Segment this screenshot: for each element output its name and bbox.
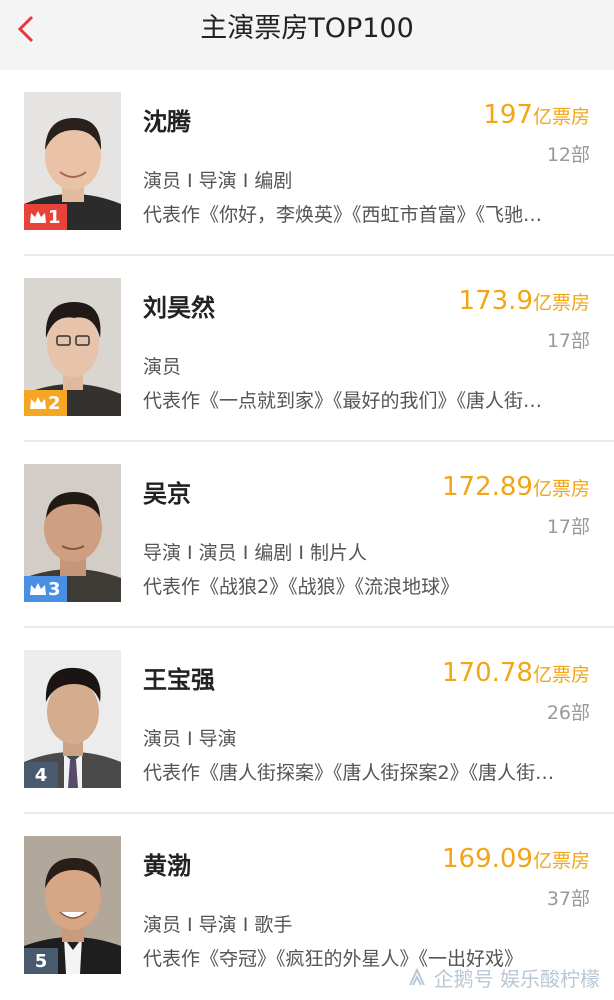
actor-name: 王宝强 (143, 666, 215, 694)
roles: 演员 I 导演 I 歌手 (143, 914, 293, 936)
rank-badge: 4 (24, 762, 58, 788)
avatar: 3 (24, 464, 121, 602)
box-office-value: 197 (483, 100, 533, 130)
box-office: 172.89亿票房 (442, 472, 590, 502)
representative-works: 代表作《战狼2》《战狼》《流浪地球》 (143, 576, 460, 598)
avatar: 2 (24, 278, 121, 416)
rank-badge: 3 (24, 576, 67, 602)
rank-number: 5 (34, 950, 48, 972)
film-count: 17部 (546, 516, 590, 538)
rank-badge: 1 (24, 204, 67, 230)
list-item[interactable]: 2 刘昊然 173.9亿票房 17部 演员 代表作《一点就到家》《最好的我们》《… (0, 256, 614, 442)
list-item[interactable]: 4 王宝强 170.78亿票房 26部 演员 I 导演 代表作《唐人街探案》《唐… (0, 628, 614, 814)
penguin-icon (408, 967, 425, 985)
actor-list: 1 沈腾 197亿票房 12部 演员 I 导演 I 编剧 代表作《你好，李焕英》… (0, 70, 614, 1000)
representative-works: 代表作《唐人街探案》《唐人街探案2》《唐人街… (143, 762, 555, 784)
box-office-unit: 亿票房 (532, 106, 590, 128)
box-office-unit: 亿票房 (532, 664, 590, 686)
crown-icon (30, 583, 46, 595)
box-office-unit: 亿票房 (532, 292, 590, 314)
representative-works: 代表作《你好，李焕英》《西虹市首富》《飞驰… (143, 204, 543, 226)
avatar: 1 (24, 92, 121, 230)
film-count: 26部 (546, 702, 590, 724)
roles: 导演 I 演员 I 编剧 I 制片人 (143, 542, 368, 564)
film-count: 17部 (546, 330, 590, 352)
list-item[interactable]: 1 沈腾 197亿票房 12部 演员 I 导演 I 编剧 代表作《你好，李焕英》… (0, 70, 614, 256)
box-office-value: 169.09 (442, 844, 533, 874)
actor-name: 沈腾 (143, 108, 191, 136)
crown-icon (30, 211, 46, 223)
box-office: 197亿票房 (483, 100, 590, 130)
top-bar: 主演票房TOP100 (0, 0, 614, 70)
avatar: 4 (24, 650, 121, 788)
roles: 演员 I 导演 I 编剧 (143, 170, 293, 192)
box-office-value: 173.9 (458, 286, 533, 316)
avatar: 5 (24, 836, 121, 974)
list-item[interactable]: 3 吴京 172.89亿票房 17部 导演 I 演员 I 编剧 I 制片人 代表… (0, 442, 614, 628)
roles: 演员 (143, 356, 182, 378)
watermark: 企鹅号 娱乐酸柠檬 (406, 963, 600, 992)
actor-name: 黄渤 (143, 852, 191, 880)
actor-name: 刘昊然 (143, 294, 215, 322)
page-title: 主演票房TOP100 (200, 13, 414, 44)
box-office: 173.9亿票房 (459, 286, 590, 316)
watermark-text: 企鹅号 娱乐酸柠檬 (433, 967, 600, 991)
rank-number: 2 (48, 392, 61, 414)
box-office-value: 172.89 (442, 472, 533, 502)
box-office-unit: 亿票房 (532, 850, 590, 872)
box-office-value: 170.78 (442, 658, 533, 688)
film-count: 37部 (546, 888, 590, 910)
actor-name: 吴京 (143, 480, 191, 508)
rank-badge: 2 (24, 390, 67, 416)
box-office-unit: 亿票房 (532, 478, 590, 500)
rank-number: 1 (48, 206, 61, 228)
representative-works: 代表作《一点就到家》《最好的我们》《唐人街… (143, 390, 543, 412)
box-office: 170.78亿票房 (442, 658, 590, 688)
rank-number: 4 (34, 764, 48, 786)
rank-number: 3 (48, 578, 61, 600)
box-office: 169.09亿票房 (442, 844, 590, 874)
roles: 演员 I 导演 (143, 728, 237, 750)
film-count: 12部 (546, 144, 590, 166)
crown-icon (30, 397, 46, 409)
rank-badge: 5 (24, 948, 58, 974)
